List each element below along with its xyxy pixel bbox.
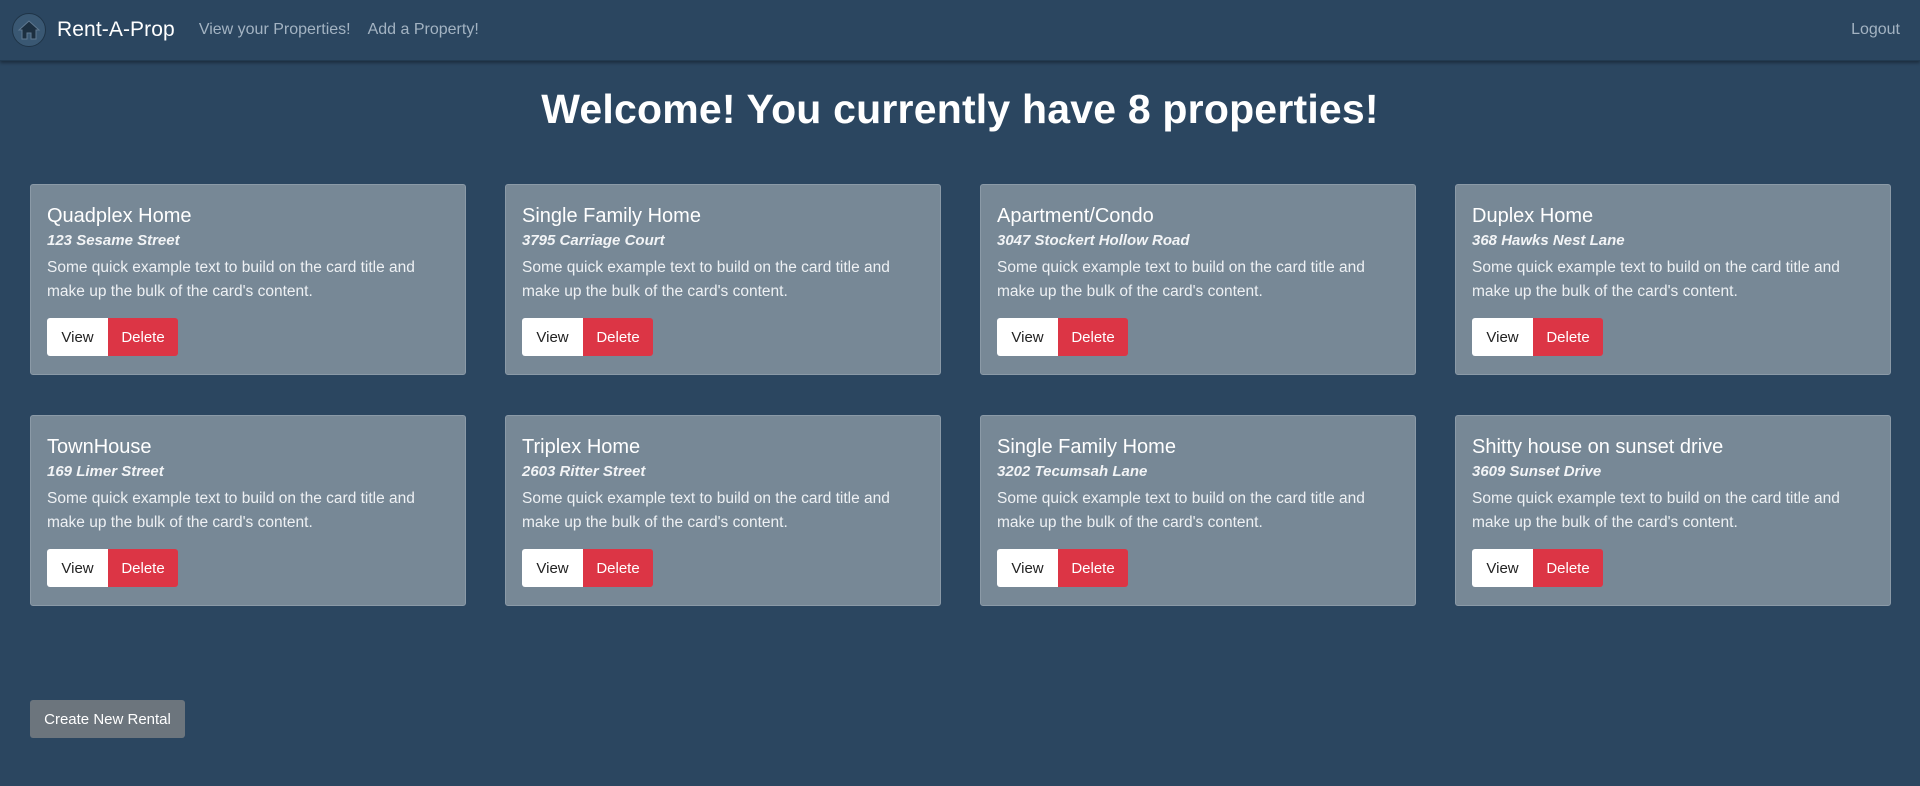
property-card: Single Family Home 3795 Carriage Court S… [505,184,941,375]
card-text: Some quick example text to build on the … [997,490,1365,531]
view-button[interactable]: View [47,318,108,356]
view-button[interactable]: View [522,549,583,587]
card-button-group: View Delete [47,549,449,587]
card-title: Apartment/Condo [997,205,1154,227]
delete-button[interactable]: Delete [583,318,653,356]
property-card: Triplex Home 2603 Ritter Street Some qui… [505,415,941,606]
view-button[interactable]: View [997,318,1058,356]
card-button-group: View Delete [1472,318,1874,356]
property-card: TownHouse 169 Limer Street Some quick ex… [30,415,466,606]
card-title: Shitty house on sunset drive [1472,436,1724,458]
card-address: 3047 Stockert Hollow Road [997,232,1190,249]
delete-button[interactable]: Delete [1533,549,1603,587]
property-card: Duplex Home 368 Hawks Nest Lane Some qui… [1455,184,1891,375]
card-text: Some quick example text to build on the … [522,490,890,531]
card-text: Some quick example text to build on the … [47,259,415,300]
card-title: Triplex Home [522,436,641,458]
delete-button[interactable]: Delete [108,318,178,356]
card-address: 2603 Ritter Street [522,463,646,480]
delete-button[interactable]: Delete [1058,318,1128,356]
card-address: 3795 Carriage Court [522,232,665,249]
property-card: Quadplex Home 123 Sesame Street Some qui… [30,184,466,375]
card-button-group: View Delete [522,318,924,356]
card-address: 169 Limer Street [47,463,164,480]
card-title: Quadplex Home [47,205,192,227]
delete-button[interactable]: Delete [583,549,653,587]
card-button-group: View Delete [997,549,1399,587]
card-button-group: View Delete [997,318,1399,356]
card-address: 3609 Sunset Drive [1472,463,1602,480]
property-card: Apartment/Condo 3047 Stockert Hollow Roa… [980,184,1416,375]
house-icon[interactable] [12,13,46,47]
card-button-group: View Delete [522,549,924,587]
page-title: Welcome! You currently have 8 properties… [541,86,1379,132]
card-text: Some quick example text to build on the … [1472,259,1840,300]
view-button[interactable]: View [1472,549,1533,587]
card-text: Some quick example text to build on the … [997,259,1365,300]
card-address: 368 Hawks Nest Lane [1472,232,1625,249]
card-title: Duplex Home [1472,205,1594,227]
delete-button[interactable]: Delete [108,549,178,587]
card-title: TownHouse [47,436,152,458]
card-button-group: View Delete [47,318,449,356]
property-card: Single Family Home 3202 Tecumsah Lane So… [980,415,1416,606]
delete-button[interactable]: Delete [1533,318,1603,356]
card-title: Single Family Home [522,205,701,227]
card-address: 3202 Tecumsah Lane [997,463,1148,480]
brand-link[interactable]: Rent-A-Prop [57,18,175,42]
view-button[interactable]: View [997,549,1058,587]
card-button-group: View Delete [1472,549,1874,587]
view-button[interactable]: View [47,549,108,587]
view-button[interactable]: View [522,318,583,356]
logout-link[interactable]: Logout [1851,21,1900,39]
card-text: Some quick example text to build on the … [1472,490,1840,531]
card-title: Single Family Home [997,436,1176,458]
navbar: Rent-A-Prop View your Properties! Add a … [0,0,1920,61]
property-card: Shitty house on sunset drive 3609 Sunset… [1455,415,1891,606]
create-new-rental-button[interactable]: Create New Rental [30,700,185,738]
card-address: 123 Sesame Street [47,232,180,249]
view-button[interactable]: View [1472,318,1533,356]
card-text: Some quick example text to build on the … [522,259,890,300]
nav-link-view-properties[interactable]: View your Properties! [199,21,351,39]
card-text: Some quick example text to build on the … [47,490,415,531]
delete-button[interactable]: Delete [1058,549,1128,587]
nav-link-add-property[interactable]: Add a Property! [368,21,479,39]
